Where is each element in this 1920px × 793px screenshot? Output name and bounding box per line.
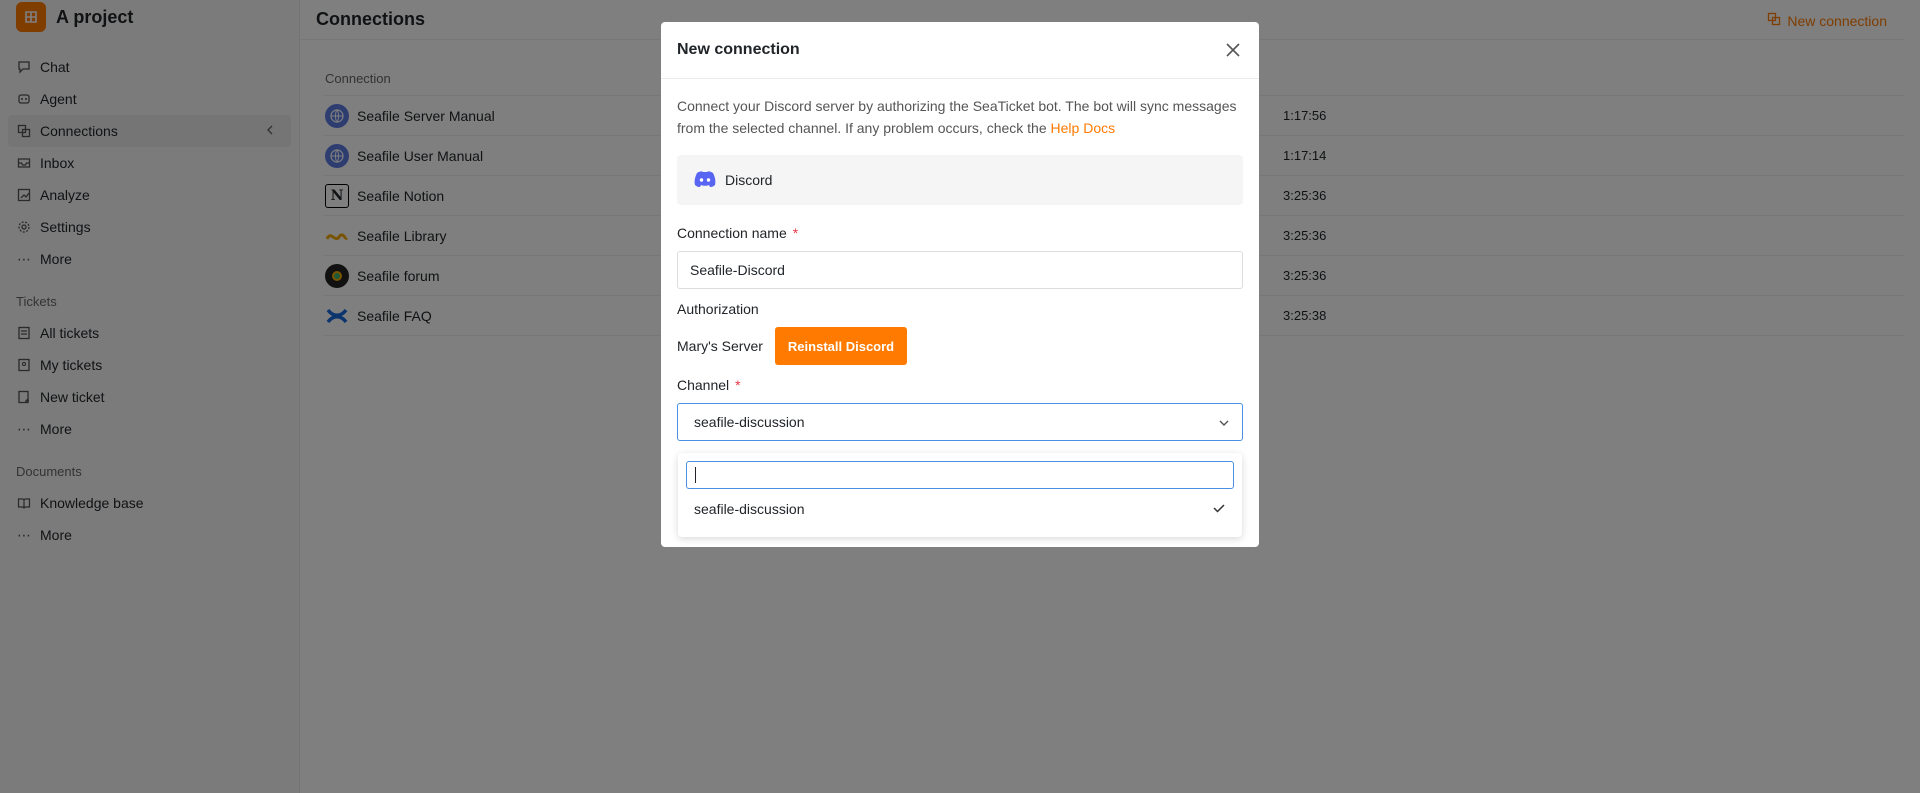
server-name: Mary's Server xyxy=(677,338,763,354)
connection-name-input[interactable]: Seafile-Discord xyxy=(677,251,1243,289)
description-text: Connect your Discord server by authorizi… xyxy=(677,98,1237,136)
channel-label: Channel * xyxy=(677,377,1243,393)
channel-label-text: Channel xyxy=(677,377,730,393)
required-indicator: * xyxy=(735,377,741,393)
dropdown-option[interactable]: seafile-discussion xyxy=(678,489,1242,529)
reinstall-discord-button[interactable]: Reinstall Discord xyxy=(774,327,908,365)
modal-description: Connect your Discord server by authorizi… xyxy=(677,95,1243,139)
chevron-down-icon xyxy=(1218,416,1230,432)
help-docs-link[interactable]: Help Docs xyxy=(1051,120,1116,136)
connection-name-label: Connection name * xyxy=(677,225,1243,241)
authorization-label: Authorization xyxy=(677,301,759,317)
check-icon xyxy=(1212,501,1226,518)
modal-body: Connect your Discord server by authorizi… xyxy=(661,79,1259,457)
channel-select[interactable]: seafile-discussion xyxy=(677,403,1243,441)
connection-name-label-text: Connection name xyxy=(677,225,787,241)
dropdown-option-label: seafile-discussion xyxy=(694,501,805,517)
dropdown-search-input[interactable] xyxy=(686,461,1234,489)
modal-header: New connection xyxy=(661,22,1259,79)
modal-title: New connection xyxy=(677,41,800,58)
text-caret xyxy=(695,467,696,483)
authorization-row: Mary's Server Reinstall Discord xyxy=(677,327,1243,365)
discord-icon xyxy=(693,170,717,191)
platform-card: Discord xyxy=(677,155,1243,205)
close-icon[interactable] xyxy=(1223,40,1243,60)
required-indicator: * xyxy=(792,225,799,241)
channel-dropdown-menu: seafile-discussion xyxy=(678,453,1242,537)
platform-label: Discord xyxy=(725,172,773,188)
channel-select-value: seafile-discussion xyxy=(694,414,805,430)
